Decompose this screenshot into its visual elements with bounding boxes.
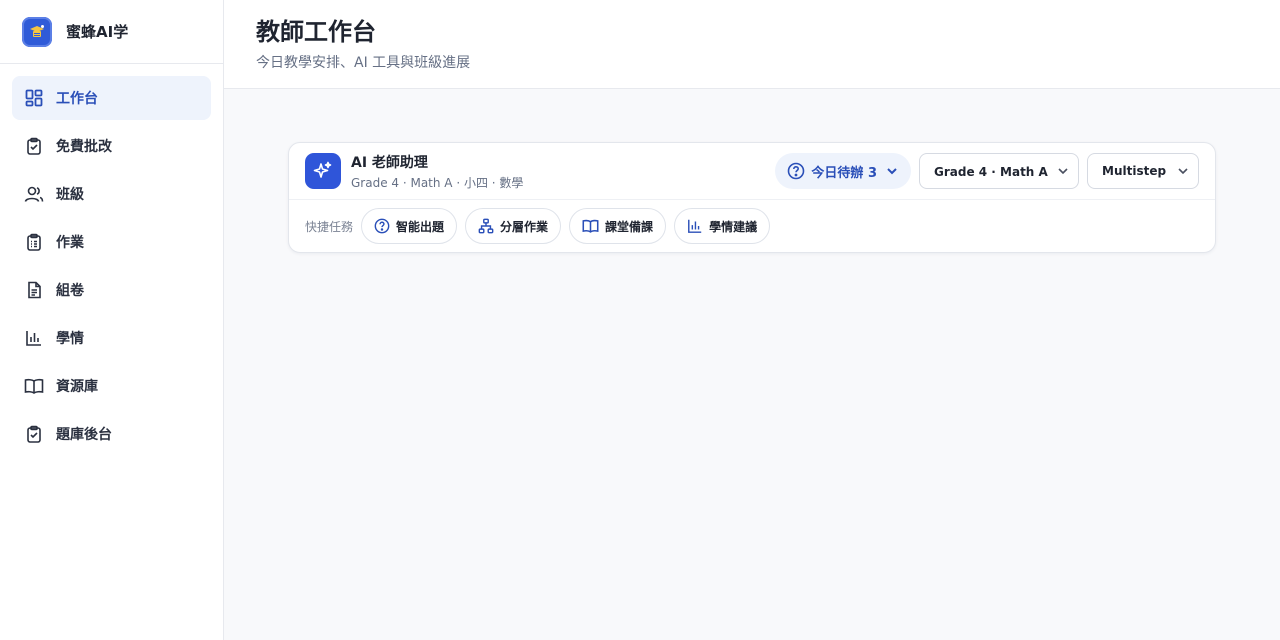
sidebar-item-label: 題庫後台: [56, 427, 112, 443]
ai-assistant-title: AI 老師助理: [351, 154, 428, 171]
book-open-icon: [24, 376, 44, 396]
chevron-down-icon: [1176, 164, 1190, 178]
sidebar-item-free-grading[interactable]: 免費批改: [12, 124, 211, 168]
sidebar-item-paper-builder[interactable]: 組卷: [12, 268, 211, 312]
quick-actions-label: 快捷任務: [305, 219, 354, 234]
sidebar-nav: 工作台 免費批改 班級 作業 組卷 學情 資源庫 題庫後台: [0, 64, 223, 472]
sidebar-item-question-bank-admin[interactable]: 題庫後台: [12, 412, 211, 456]
dashboard-grid-icon: [24, 88, 44, 108]
quick-action-tiered-homework[interactable]: 分層作業: [465, 208, 562, 244]
sidebar-item-learning-analytics[interactable]: 學情: [12, 316, 211, 360]
sidebar: 蜜蜂AI学 工作台 免費批改 班級 作業 組卷 學情 資源庫 題庫後台: [0, 0, 224, 640]
sidebar-item-dashboard[interactable]: 工作台: [12, 76, 211, 120]
topic-select-value: Multistep word problems: [1102, 164, 1170, 178]
sidebar-item-label: 組卷: [56, 283, 84, 299]
topic-select[interactable]: Multistep word problems: [1087, 153, 1199, 189]
book-open-icon: [582, 218, 599, 234]
brand[interactable]: 蜜蜂AI学: [0, 0, 223, 64]
todo-today-label: 今日待辦 3: [811, 165, 877, 181]
sidebar-item-label: 班級: [56, 187, 84, 203]
ai-assistant-subtitle: Grade 4 · Math A · 小四 · 數學: [351, 175, 524, 190]
quick-action-label: 分層作業: [500, 219, 549, 234]
page-title: 教師工作台: [256, 18, 376, 46]
ai-assistant-header: AI 老師助理 Grade 4 · Math A · 小四 · 數學 今日待辦 …: [289, 143, 1215, 200]
quick-action-smart-questions[interactable]: 智能出題: [361, 208, 458, 244]
clipboard-check-icon: [24, 136, 44, 156]
clipboard-check-icon: [24, 424, 44, 444]
sidebar-item-label: 學情: [56, 331, 84, 347]
page-subtitle: 今日教學安排、AI 工具與班級進展: [256, 55, 471, 71]
brand-name: 蜜蜂AI学: [66, 23, 129, 41]
class-select[interactable]: Grade 4 · Math A · 小四 · 數學: [919, 153, 1079, 189]
hierarchy-icon: [478, 218, 494, 234]
bar-chart-icon: [687, 218, 703, 234]
sidebar-item-label: 作業: [56, 235, 84, 251]
bar-chart-icon: [24, 328, 44, 348]
quick-action-label: 課堂備課: [605, 219, 654, 234]
sidebar-item-assignments[interactable]: 作業: [12, 220, 211, 264]
chevron-down-icon: [1056, 164, 1070, 178]
page-header: 教師工作台 今日教學安排、AI 工具與班級進展: [224, 0, 1280, 89]
quick-actions-bar: 快捷任務 智能出題 分層作業 課堂備課 學情建議: [289, 200, 1215, 252]
quick-action-label: 智能出題: [396, 219, 445, 234]
class-select-value: Grade 4 · Math A · 小四 · 數學: [934, 164, 1050, 179]
clipboard-list-icon: [24, 232, 44, 252]
sidebar-item-label: 工作台: [56, 91, 98, 107]
sidebar-item-label: 免費批改: [56, 139, 112, 155]
help-circle-icon: [787, 162, 805, 180]
sidebar-item-resources[interactable]: 資源庫: [12, 364, 211, 408]
quick-action-learning-suggestions[interactable]: 學情建議: [674, 208, 771, 244]
sidebar-item-label: 資源庫: [56, 379, 98, 395]
chevron-down-icon: [885, 164, 899, 178]
file-text-icon: [24, 280, 44, 300]
sidebar-item-classes[interactable]: 班級: [12, 172, 211, 216]
ai-assistant-card: AI 老師助理 Grade 4 · Math A · 小四 · 數學 今日待辦 …: [288, 142, 1216, 253]
help-circle-icon: [374, 218, 390, 234]
users-icon: [24, 184, 44, 204]
todo-today-button[interactable]: 今日待辦 3: [775, 153, 911, 189]
sparkles-icon: [305, 153, 341, 189]
brand-logo-icon: [22, 16, 52, 47]
quick-action-label: 學情建議: [709, 219, 758, 234]
quick-action-lesson-prep[interactable]: 課堂備課: [569, 208, 667, 244]
